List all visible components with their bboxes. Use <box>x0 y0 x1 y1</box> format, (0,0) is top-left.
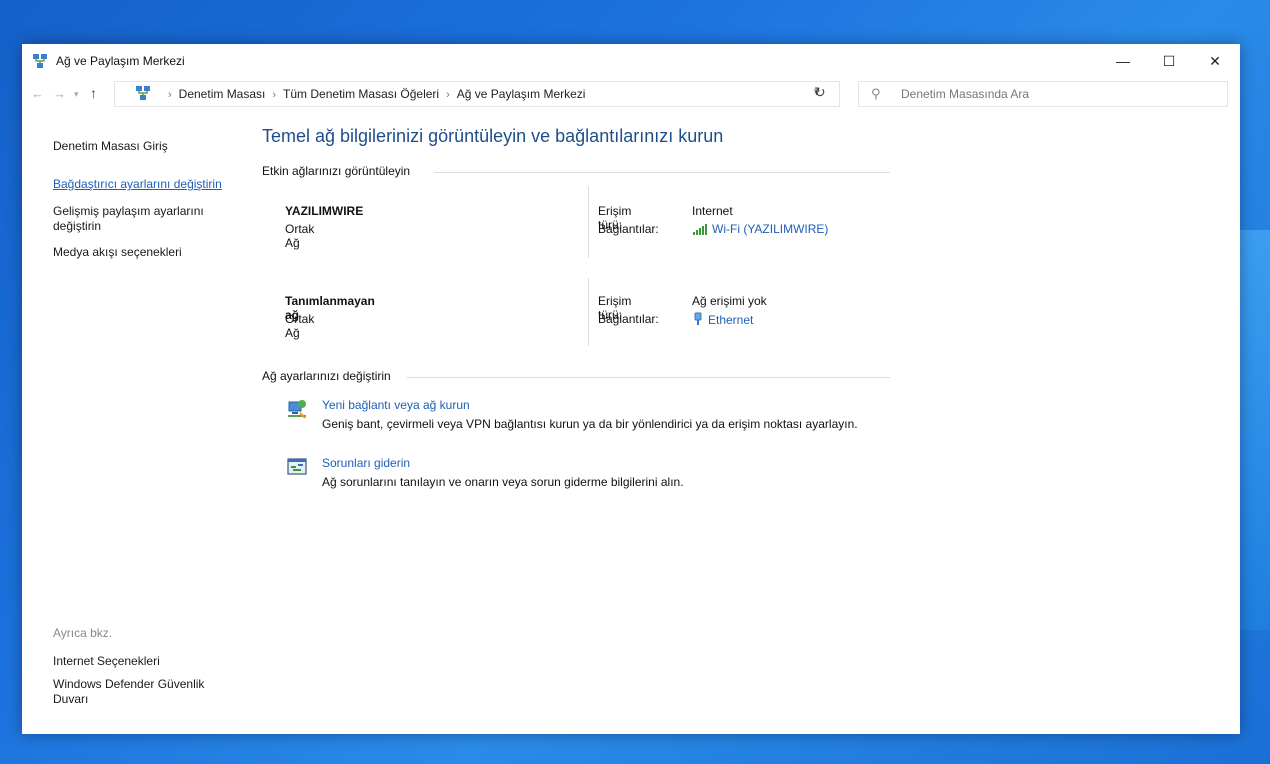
new-connection-link[interactable]: Yeni bağlantı veya ağ kurun <box>322 398 470 412</box>
breadcrumb-separator-icon: › <box>168 89 172 101</box>
search-placeholder: Denetim Masasında Ara <box>901 87 1030 101</box>
wifi-connection-link[interactable]: Wi-Fi (YAZILIMWIRE) <box>692 222 828 236</box>
access-type-value: Ağ erişimi yok <box>692 294 767 308</box>
network-name: YAZILIMWIRE <box>285 204 364 218</box>
sidebar-item-home[interactable]: Denetim Masası Giriş <box>53 139 168 154</box>
breadcrumb-control-panel[interactable]: Denetim Masası <box>179 87 266 101</box>
section-divider <box>407 377 890 378</box>
troubleshoot-description: Ağ sorunlarını tanılayın ve onarın veya … <box>322 475 684 489</box>
title-bar: Ağ ve Paylaşım Merkezi — ☐ ✕ <box>22 44 1240 78</box>
breadcrumb-separator-icon: › <box>446 89 450 101</box>
control-panel-icon <box>136 86 150 100</box>
recent-locations-chevron-icon[interactable]: ▾ <box>74 89 79 100</box>
page-title: Temel ağ bilgilerinizi görüntüleyin ve b… <box>262 126 724 146</box>
breadcrumb-all-items[interactable]: Tüm Denetim Masası Öğeleri <box>283 87 439 101</box>
ethernet-connection-link[interactable]: Ethernet <box>692 312 753 327</box>
active-networks-heading: Etkin ağlarınızı görüntüleyin <box>262 164 890 178</box>
change-settings-label: Ağ ayarlarınızı değiştirin <box>262 369 391 383</box>
up-arrow-icon[interactable]: ↑ <box>90 85 97 101</box>
sidebar-item-adapter-settings[interactable]: Bağdaştırıcı ayarlarını değiştirin <box>53 177 222 192</box>
sidebar-item-advanced-sharing[interactable]: Gelişmiş paylaşım ayarlarını değiştirin <box>53 204 223 234</box>
network-center-icon <box>33 54 47 68</box>
search-input[interactable]: ⚲ Denetim Masasında Ara <box>858 81 1228 107</box>
see-also-defender-firewall[interactable]: Windows Defender Güvenlik Duvarı <box>53 677 223 707</box>
search-icon: ⚲ <box>871 86 881 101</box>
network-type[interactable]: Ortak Ağ <box>285 222 314 250</box>
refresh-icon[interactable]: ↻ <box>814 84 826 101</box>
breadcrumb-current[interactable]: Ağ ve Paylaşım Merkezi <box>457 87 586 101</box>
change-settings-heading: Ağ ayarlarınızı değiştirin <box>262 369 890 383</box>
maximize-button[interactable]: ☐ <box>1146 44 1192 78</box>
breadcrumb-separator-icon: › <box>272 89 277 101</box>
network-divider <box>588 278 589 346</box>
connections-label: Bağlantılar: <box>598 222 659 236</box>
window-title: Ağ ve Paylaşım Merkezi <box>56 54 185 68</box>
troubleshoot-icon <box>287 458 307 475</box>
network-type[interactable]: Ortak Ağ <box>285 312 314 340</box>
wifi-connection-label: Wi-Fi (YAZILIMWIRE) <box>712 222 829 236</box>
active-networks-label: Etkin ağlarınızı görüntüleyin <box>262 164 411 178</box>
ethernet-icon <box>694 312 702 325</box>
navigation-bar: ← → ▾ ↑ › Denetim Masası › Tüm Denetim Masa… <box>22 78 1240 112</box>
breadcrumb: › Denetim Masası › Tüm Denetim Masası Öğele… <box>161 87 585 101</box>
minimize-button[interactable]: — <box>1100 44 1146 78</box>
ethernet-connection-label: Ethernet <box>708 313 754 327</box>
troubleshoot-link[interactable]: Sorunları giderin <box>322 456 410 470</box>
network-divider <box>588 186 589 258</box>
new-connection-icon <box>288 400 306 419</box>
address-bar[interactable]: › Denetim Masası › Tüm Denetim Masası Öğele… <box>114 81 840 107</box>
new-connection-description: Geniş bant, çevirmeli veya VPN bağlantıs… <box>322 417 858 431</box>
access-type-value: Internet <box>692 204 733 218</box>
sidebar-item-media-streaming[interactable]: Medya akışı seçenekleri <box>53 245 182 260</box>
see-also-heading: Ayrıca bkz. <box>53 626 113 640</box>
wifi-signal-icon <box>693 224 707 235</box>
close-button[interactable]: ✕ <box>1192 44 1238 78</box>
connections-label: Bağlantılar: <box>598 312 659 326</box>
network-sharing-center-window: Ağ ve Paylaşım Merkezi — ☐ ✕ ← → ▾ ↑ › De… <box>22 44 1240 734</box>
see-also-internet-options[interactable]: Internet Seçenekleri <box>53 654 160 669</box>
section-divider <box>434 172 890 173</box>
forward-arrow-icon[interactable]: → <box>53 86 66 101</box>
back-arrow-icon[interactable]: ← <box>31 86 44 101</box>
